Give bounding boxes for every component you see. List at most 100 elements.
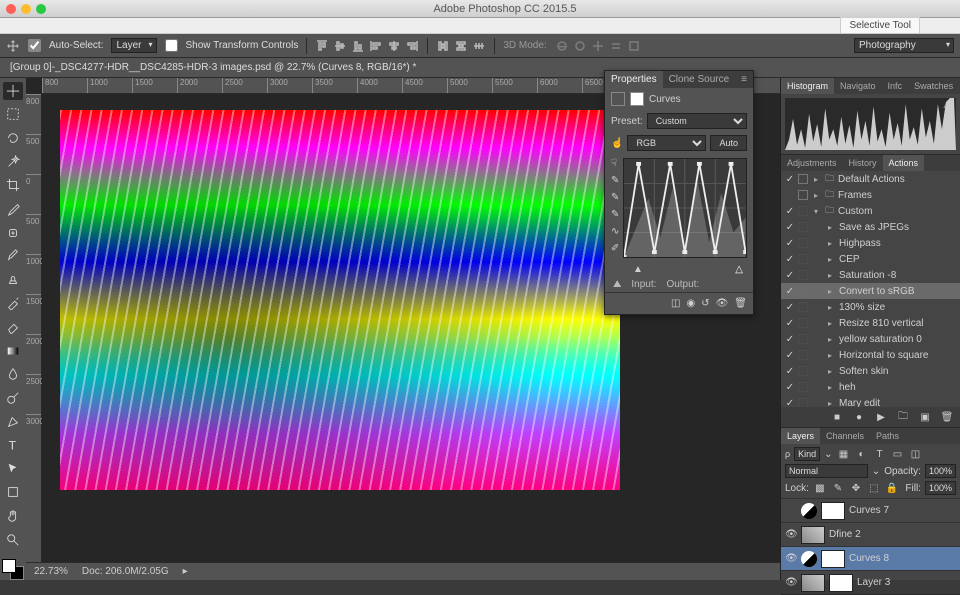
lock-all-icon[interactable]: 🔒 <box>885 481 899 495</box>
action-row[interactable]: ✓▸🗀Default Actions <box>781 171 960 187</box>
tab-channels[interactable]: Channels <box>820 428 870 444</box>
lock-transparency-icon[interactable]: ▩ <box>813 481 827 495</box>
view-previous-icon[interactable]: ◉ <box>686 298 695 309</box>
filter-type-icon[interactable]: T <box>873 447 887 461</box>
preset-select[interactable]: Custom <box>647 113 747 129</box>
edit-points-icon[interactable]: ∿ <box>611 226 619 237</box>
distribute-icons[interactable] <box>436 39 486 53</box>
maximize-icon[interactable] <box>36 4 46 14</box>
crop-tool[interactable] <box>3 177 23 195</box>
auto-select-checkbox[interactable] <box>28 39 41 52</box>
stop-icon[interactable]: ■ <box>830 410 844 424</box>
tab-histogram[interactable]: Histogram <box>781 78 834 94</box>
on-image-icon[interactable]: ☟ <box>611 158 619 169</box>
action-row[interactable]: ✓▸Convert to sRGB <box>781 283 960 299</box>
properties-panel[interactable]: Properties Clone Source ≡ Curves Preset:… <box>604 70 754 315</box>
lock-position-icon[interactable]: ✥ <box>849 481 863 495</box>
auto-button[interactable]: Auto <box>710 135 747 151</box>
gray-point-icon[interactable]: ✎ <box>611 192 619 203</box>
selective-tool-tab[interactable]: Selective Tool <box>840 17 920 34</box>
path-select-tool[interactable] <box>3 460 23 478</box>
visibility-icon[interactable]: 👁 <box>716 298 729 309</box>
play-icon[interactable]: ▶ <box>874 410 888 424</box>
blend-mode[interactable]: Normal <box>785 464 868 478</box>
clone-stamp-tool[interactable] <box>3 271 23 289</box>
trash-icon[interactable]: 🗑 <box>940 410 954 424</box>
auto-select-target[interactable]: Layer <box>111 38 156 53</box>
tab-layers[interactable]: Layers <box>781 428 820 444</box>
zoom-readout[interactable]: 22.73% <box>34 566 68 577</box>
history-brush-tool[interactable] <box>3 295 23 313</box>
visibility-toggle[interactable]: 👁 <box>785 553 797 564</box>
layer-row[interactable]: 👁Dfine 2 <box>781 522 960 546</box>
new-set-icon[interactable]: 🗀 <box>896 410 910 424</box>
layers-list[interactable]: Curves 7👁Dfine 2👁Curves 8👁Layer 3 <box>781 498 960 594</box>
opacity-value[interactable]: 100% <box>925 464 956 478</box>
tab-properties[interactable]: Properties <box>605 71 663 88</box>
action-row[interactable]: ✓▸130% size <box>781 299 960 315</box>
visibility-toggle[interactable]: 👁 <box>785 577 797 588</box>
type-tool[interactable]: T <box>3 436 23 454</box>
tab-navigator[interactable]: Navigato <box>834 78 882 94</box>
action-row[interactable]: ✓▸Resize 810 vertical <box>781 315 960 331</box>
marquee-tool[interactable] <box>3 106 23 124</box>
pen-tool[interactable] <box>3 413 23 431</box>
tab-paths[interactable]: Paths <box>870 428 905 444</box>
blur-tool[interactable] <box>3 366 23 384</box>
panel-menu-icon[interactable]: ≡ <box>735 71 753 88</box>
minimize-icon[interactable] <box>21 4 31 14</box>
layer-row[interactable]: Curves 7 <box>781 498 960 522</box>
tab-adjustments[interactable]: Adjustments <box>781 155 843 171</box>
status-arrow-icon[interactable]: ▸ <box>183 566 188 577</box>
filter-shape-icon[interactable]: ▭ <box>891 447 905 461</box>
black-slider-icon[interactable]: ▲ <box>633 264 643 275</box>
document-tab[interactable]: [Group 0]-_DSC4277-HDR__DSC4285-HDR-3 im… <box>0 58 960 78</box>
warning-icon[interactable]: ⚠ <box>943 100 952 111</box>
reset-icon[interactable]: ↺ <box>701 298 709 309</box>
action-row[interactable]: ✓▸Horizontal to square <box>781 347 960 363</box>
clip-icon[interactable]: ⛰ <box>613 279 621 290</box>
fill-value[interactable]: 100% <box>925 481 956 495</box>
lock-artboard-icon[interactable]: ⬚ <box>867 481 881 495</box>
action-row[interactable]: ✓▸heh <box>781 379 960 395</box>
record-icon[interactable]: ● <box>852 410 866 424</box>
filter-pixel-icon[interactable]: ▦ <box>837 447 851 461</box>
white-slider-icon[interactable]: △ <box>735 264 743 275</box>
spot-heal-tool[interactable] <box>3 224 23 242</box>
action-row[interactable]: ✓▾🗀Custom <box>781 203 960 219</box>
filter-smart-icon[interactable]: ◫ <box>909 447 923 461</box>
lasso-tool[interactable] <box>3 129 23 147</box>
magic-wand-tool[interactable] <box>3 153 23 171</box>
action-row[interactable]: ✓▸Save as JPEGs <box>781 219 960 235</box>
lock-pixels-icon[interactable]: ✎ <box>831 481 845 495</box>
close-icon[interactable] <box>6 4 16 14</box>
shape-tool[interactable] <box>3 484 23 502</box>
tab-swatches[interactable]: Swatches <box>908 78 959 94</box>
align-icons[interactable] <box>315 39 419 53</box>
action-row[interactable]: ✓▸Highpass <box>781 235 960 251</box>
action-row[interactable]: ✓▸yellow saturation 0 <box>781 331 960 347</box>
visibility-toggle[interactable]: 👁 <box>785 529 797 540</box>
white-point-icon[interactable]: ✎ <box>611 175 619 186</box>
brush-tool[interactable] <box>3 247 23 265</box>
eyedropper-tool[interactable] <box>3 200 23 218</box>
layer-row[interactable]: 👁Curves 8 <box>781 546 960 570</box>
draw-curve-icon[interactable]: ✐ <box>611 243 619 254</box>
move-tool[interactable] <box>3 82 23 100</box>
channel-select[interactable]: RGB <box>627 135 706 151</box>
tab-info[interactable]: Infc <box>882 78 909 94</box>
show-transform-checkbox[interactable] <box>165 39 178 52</box>
black-point-icon[interactable]: ✎ <box>611 209 619 220</box>
filter-adj-icon[interactable]: ◐ <box>855 447 869 461</box>
workspace-selector[interactable]: Photography <box>854 38 954 53</box>
tab-clone-source[interactable]: Clone Source <box>663 71 736 88</box>
delete-adj-icon[interactable]: 🗑 <box>734 298 747 309</box>
window-controls[interactable] <box>6 4 46 14</box>
action-row[interactable]: ✓▸Soften skin <box>781 363 960 379</box>
action-row[interactable]: ✓▸Mary edit <box>781 395 960 407</box>
layer-row[interactable]: 👁Layer 3 <box>781 570 960 594</box>
action-row[interactable]: ✓▸CEP <box>781 251 960 267</box>
actions-list[interactable]: ✓▸🗀Default Actions▸🗀Frames✓▾🗀Custom✓▸Sav… <box>781 171 960 407</box>
zoom-tool[interactable] <box>3 531 23 549</box>
layer-filter-kind[interactable]: Kind <box>794 447 820 461</box>
